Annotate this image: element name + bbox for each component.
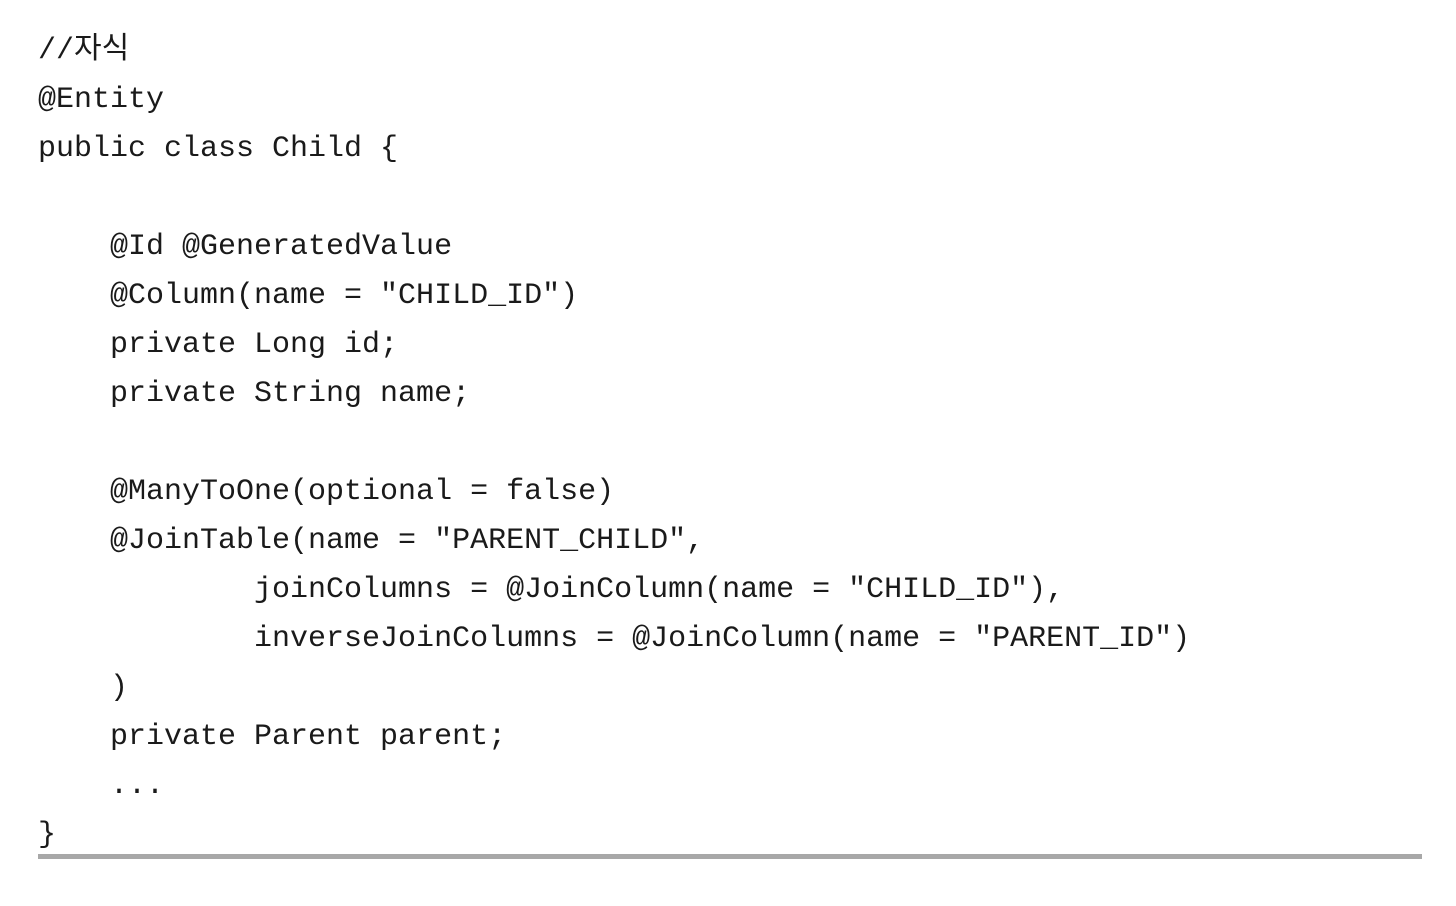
code-line: inverseJoinColumns = @JoinColumn(name = … <box>38 622 1191 656</box>
code-line: public class Child { <box>38 132 399 166</box>
code-line: @ManyToOne(optional = false) <box>38 475 615 509</box>
code-line: @Id @GeneratedValue <box>38 230 453 264</box>
code-line: ) <box>38 671 129 705</box>
code-snippet-block: //자식 @Entity public class Child { @Id @Gen… <box>38 27 1438 860</box>
code-line: @Column(name = "CHILD_ID") <box>38 279 579 313</box>
code-line: private String name; <box>38 377 471 411</box>
code-line: @Entity <box>38 83 165 117</box>
code-line: //자식 <box>38 34 130 68</box>
code-line: joinColumns = @JoinColumn(name = "CHILD_… <box>38 573 1065 607</box>
code-line: private Parent parent; <box>38 720 507 754</box>
code-line: ... <box>38 769 165 803</box>
horizontal-divider <box>38 854 1422 859</box>
code-line: private Long id; <box>38 328 399 362</box>
slide-canvas: //자식 @Entity public class Child { @Id @Gen… <box>0 0 1456 906</box>
code-line: } <box>38 818 57 852</box>
code-line: @JoinTable(name = "PARENT_CHILD", <box>38 524 705 558</box>
